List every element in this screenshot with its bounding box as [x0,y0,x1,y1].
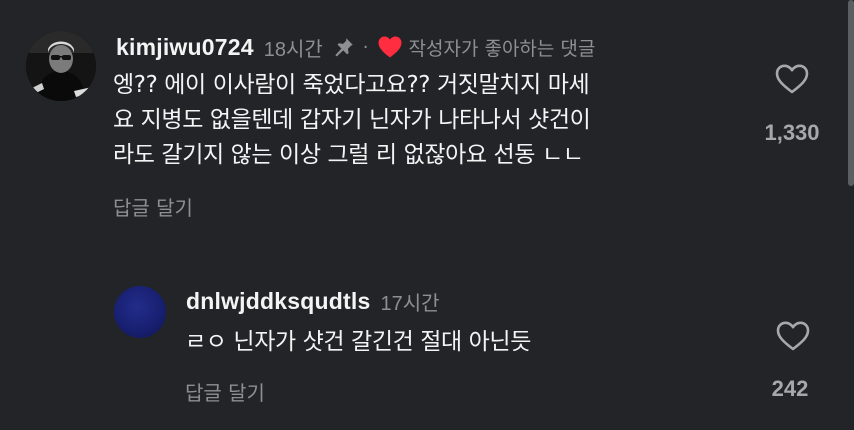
commenter-avatar[interactable] [26,31,96,101]
reply-meta: dnlwjddksqudtls 17시간 [186,286,440,316]
like-count: 1,330 [764,120,820,145]
reply-avatar[interactable] [114,286,166,338]
heart-filled-icon [377,35,403,59]
timestamp: 18시간 [263,38,323,61]
heart-outline-icon[interactable] [775,320,811,352]
creator-liked-label: 작성자가 좋아하는 댓글 [408,37,596,60]
reply-button[interactable]: 답글 달기 [113,192,193,221]
username[interactable]: kimjiwu0724 [116,34,254,61]
comment-body: 엥?? 에이 이사람이 죽었다고요?? 거짓말치지 마세 요 지병도 없을텐데 … [113,68,723,173]
pin-icon [333,36,355,58]
comment-line: 요 지병도 없을텐데 갑자기 닌자가 나타나서 샷건이 [113,107,591,133]
reply-body: ㄹㅇ 닌자가 샷건 갈긴건 절대 아닌듯 [185,329,531,355]
scrollbar[interactable] [848,0,854,186]
comment-line: 엥?? 에이 이사람이 죽었다고요?? 거짓말치지 마세 [113,72,590,98]
separator-dot: · [362,36,369,58]
avatar-photo-icon [26,31,96,101]
comment-line: 라도 갈기지 않는 이상 그럴 리 없잖아요 선동 ㄴㄴ [113,142,584,168]
heart-outline-icon[interactable] [774,63,810,95]
comment-thread: kimjiwu0724 18시간 · 작성자가 좋아하는 댓글 엥?? 에이 이… [0,0,854,430]
reply-timestamp: 17시간 [380,292,440,315]
reply-button[interactable]: 답글 달기 [185,377,265,406]
reply-username[interactable]: dnlwjddksqudtls [186,288,370,315]
comment-meta: kimjiwu0724 18시간 · 작성자가 좋아하는 댓글 [116,31,595,63]
reply-like-count: 242 [771,376,809,401]
